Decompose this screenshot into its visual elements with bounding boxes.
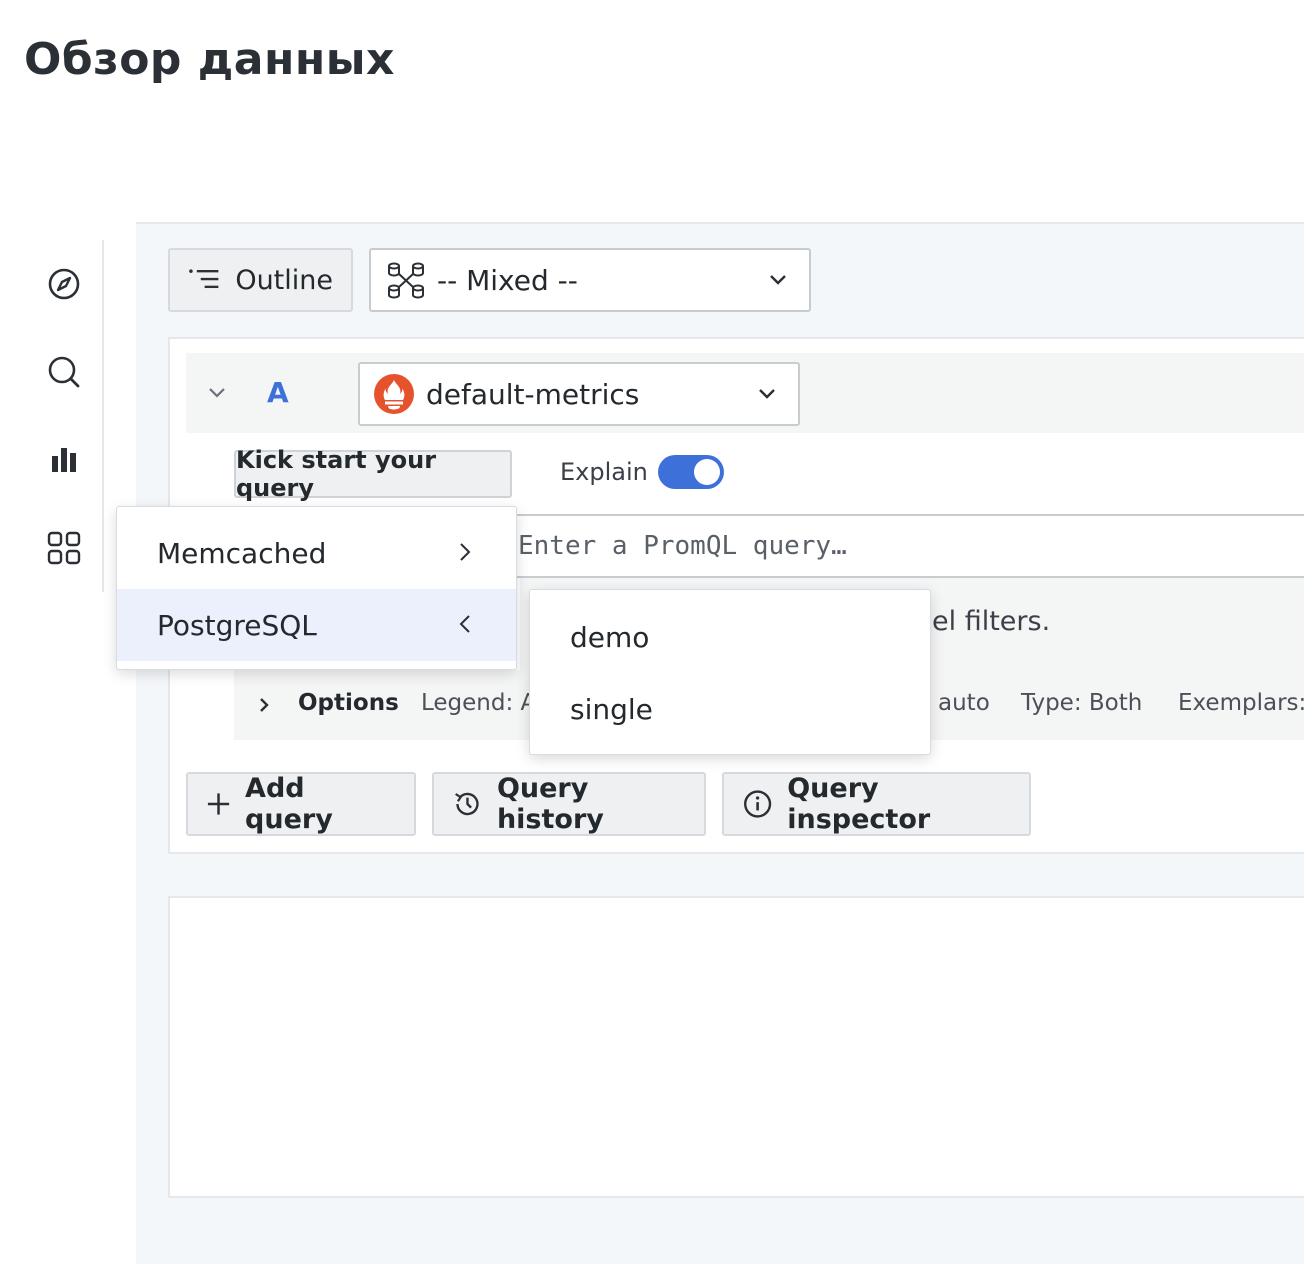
- explain-toggle[interactable]: [658, 455, 724, 489]
- collapse-query-toggle[interactable]: [208, 384, 226, 403]
- query-history-button[interactable]: Query history: [432, 772, 706, 836]
- chevron-down-icon: [770, 275, 786, 285]
- datasource-label: -- Mixed --: [437, 263, 578, 297]
- compass-icon: [48, 268, 80, 300]
- history-icon: [455, 792, 479, 816]
- query-history-label: Query history: [496, 773, 604, 835]
- query-inspector-button[interactable]: Query inspector: [722, 772, 1031, 836]
- mixed-datasource-icon: [388, 262, 424, 299]
- options-label[interactable]: Options: [298, 690, 399, 716]
- query-inspector-label: Query inspector: [787, 773, 931, 835]
- chevron-right-icon: [260, 698, 269, 712]
- menu-item-memcached[interactable]: Memcached: [117, 517, 516, 589]
- outline-button[interactable]: Outline: [168, 248, 353, 312]
- chevron-left-icon: [459, 615, 470, 633]
- info-icon: [744, 790, 772, 818]
- outline-label: Outline: [235, 264, 333, 296]
- datasource-menu: Memcached PostgreSQL: [116, 506, 517, 670]
- options-step: auto: [938, 690, 990, 716]
- sidebar-item-explore[interactable]: [44, 264, 84, 304]
- sidebar-divider: [102, 240, 104, 592]
- expand-options-toggle[interactable]: [258, 696, 270, 718]
- grid-icon: [47, 531, 81, 565]
- menu-item-label: PostgreSQL: [157, 608, 317, 642]
- options-legend: Legend: A: [421, 690, 537, 716]
- submenu-item-demo[interactable]: demo: [530, 601, 930, 673]
- chevron-right-icon: [460, 543, 471, 561]
- outline-icon: [189, 269, 219, 289]
- options-type: Type: Both: [1021, 690, 1143, 716]
- menu-item-postgresql[interactable]: PostgreSQL: [117, 589, 516, 661]
- datasource-submenu: demo single: [529, 589, 931, 755]
- query-datasource-label: default-metrics: [426, 377, 640, 411]
- sidebar-item-search[interactable]: [44, 352, 84, 392]
- bar-chart-icon: [52, 448, 76, 472]
- submenu-item-single[interactable]: single: [530, 673, 930, 745]
- promql-query-input[interactable]: Enter a PromQL query…: [500, 514, 1304, 578]
- search-icon: [48, 356, 80, 388]
- add-query-button[interactable]: Add query: [186, 772, 416, 836]
- options-exemplars: Exemplars:: [1178, 690, 1304, 716]
- query-ref-id[interactable]: A: [267, 376, 289, 409]
- add-query-label: Add query: [245, 773, 333, 835]
- sidebar-item-metrics[interactable]: [44, 440, 84, 480]
- query-hint-text: el filters.: [932, 606, 1051, 637]
- kick-start-query-button[interactable]: Kick start your query: [234, 446, 512, 502]
- chevron-down-icon: [759, 389, 775, 399]
- page-title: Обзор данных: [24, 34, 395, 85]
- datasource-picker[interactable]: -- Mixed --: [369, 248, 811, 312]
- explain-label: Explain: [560, 458, 648, 486]
- plus-icon: [207, 793, 230, 815]
- menu-item-label: Memcached: [157, 536, 327, 570]
- sidebar-item-apps[interactable]: [44, 528, 84, 568]
- prometheus-icon: [374, 374, 414, 414]
- results-panel: [168, 896, 1304, 1198]
- query-datasource-picker[interactable]: default-metrics: [358, 362, 800, 426]
- chevron-down-icon: [209, 388, 225, 398]
